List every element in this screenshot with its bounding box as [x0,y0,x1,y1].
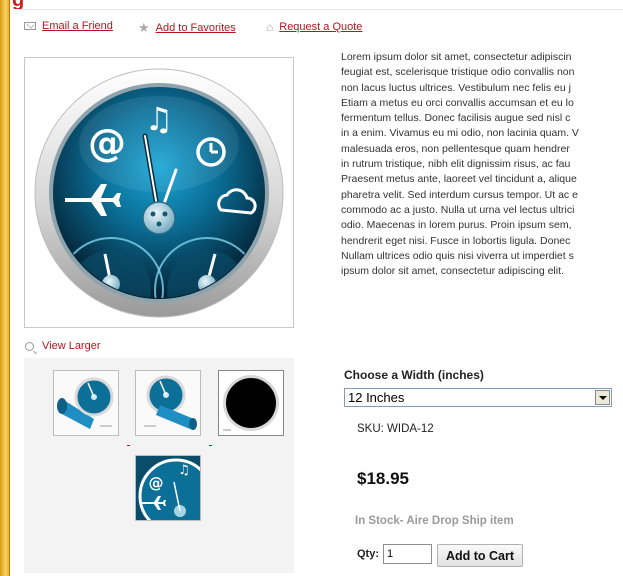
thumbnail-3[interactable] [218,370,284,436]
envelope-icon [24,22,36,30]
request-quote-link[interactable]: Request a Quote [279,21,362,33]
description-line: Nullam ultrices odio quis nisi viverra u… [341,249,574,262]
view-larger-control[interactable]: View Larger [25,340,101,352]
description-line: odio. Maecenas in lorem purus. Proin ips… [341,219,572,232]
thumbnail-2[interactable] [135,370,201,436]
header-divider [18,9,623,10]
view-larger-link[interactable]: View Larger [42,340,101,352]
description-line: pharetra velit. Sed interdum cursus temp… [341,188,578,201]
thumbnail-1-marker [127,445,130,446]
description-line: hendrerit eget nisi. Fusce in lobortis l… [341,234,571,247]
thumbnail-1-image [54,371,118,435]
description-line: Praesent metus ante, laoreet vel tincidu… [341,173,577,186]
thumbnail-4[interactable]: @ ♫ [135,455,214,534]
quantity-input[interactable] [383,544,432,564]
sku-text: SKU: WIDA-12 [357,423,434,435]
page-side-border [0,0,9,576]
svg-text:♫: ♫ [145,100,174,138]
main-product-image[interactable]: @ ♫ [24,57,294,328]
house-icon: ⌂ [266,20,274,34]
cropped-heading: g [12,0,40,9]
add-favorites-link[interactable]: Add to Favorites [156,22,236,34]
dropdown-arrow-icon[interactable] [595,390,610,405]
stock-status: In Stock- Aire Drop Ship item [355,515,514,527]
add-to-cart-button[interactable]: Add to Cart [437,544,523,567]
thumbnail-2-marker [209,445,212,446]
description-line: Etiam a metus eu orci convallis accumsan… [341,96,574,109]
email-friend-action[interactable]: Email a Friend [24,20,113,32]
width-option-label: Choose a Width (inches) [344,368,484,382]
page-side-border-edge [9,0,10,576]
thumbnail-4-image: @ ♫ [136,456,214,534]
description-line: Lorem ipsum dolor sit amet, consectetur … [341,51,572,63]
description-line: commodo ac a justo. Nulla ut urna vel le… [341,203,575,216]
description-line: in a enim. Vivamus eu mi odio, non lacin… [341,127,579,140]
description-line: non lacus luctus ultrices. Vestibulum ne… [341,81,571,94]
description-line: feugiat est, scelerisque tristique odio … [341,66,575,79]
description-line: fermentum tellus. Donec facilisis augue … [341,112,571,125]
email-friend-link[interactable]: Email a Friend [42,20,113,32]
width-select[interactable]: 12 Inches [344,388,612,407]
product-description: Lorem ipsum dolor sit amet, consectetur … [341,50,623,340]
svg-text:@: @ [88,121,126,165]
description-line: in rutrum tristique, nibh elit dignissim… [341,158,571,171]
request-quote-action[interactable]: ⌂ Request a Quote [266,20,362,34]
magnifier-icon [25,341,34,351]
star-icon: ★ [138,20,150,35]
thumbnail-gallery: @ ♫ [24,358,294,573]
svg-text:♫: ♫ [178,463,190,478]
width-select-value: 12 Inches [348,390,405,405]
product-price: $18.95 [357,469,409,488]
gauge-product-illustration: @ ♫ [34,68,284,318]
description-line: ipsum dolor sit amet, consectetur adipis… [341,265,564,278]
add-favorites-action[interactable]: ★ Add to Favorites [138,20,236,36]
thumbnail-1[interactable] [53,370,119,436]
svg-text:@: @ [149,474,164,492]
thumbnail-2-image [136,371,200,435]
quantity-label: Qty: [357,548,379,560]
thumbnail-3-image [219,371,283,435]
description-line: malesuada eros, non pellentesque quam he… [341,142,570,155]
